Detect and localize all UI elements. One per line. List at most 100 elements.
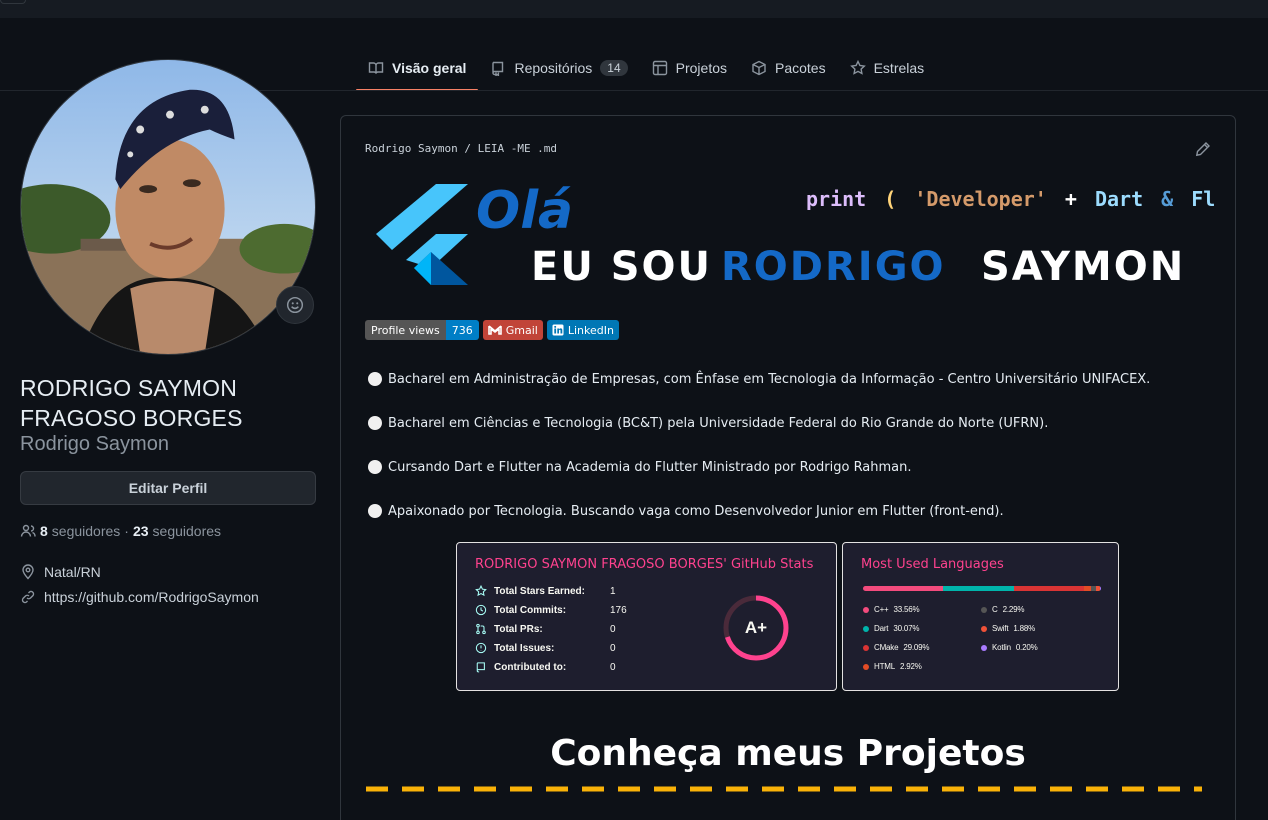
- bullet-text: Bacharel em Administração de Empresas, c…: [388, 371, 1151, 387]
- language-item: Dart 30.07%: [863, 624, 919, 633]
- tab-projects[interactable]: Projetos: [640, 46, 739, 90]
- language-name: CMake: [874, 643, 899, 652]
- linkedin-icon: [552, 324, 564, 336]
- language-item: Kotlin 0.20%: [981, 643, 1038, 652]
- tab-overview-label: Visão geral: [392, 60, 467, 76]
- code-print: print: [806, 187, 866, 211]
- code-plus: +: [1065, 187, 1077, 211]
- code-dart: Dart: [1095, 187, 1143, 211]
- linkedin-label: LinkedIn: [567, 323, 614, 337]
- language-percent: 29.09%: [903, 643, 930, 652]
- tab-projects-label: Projetos: [675, 60, 727, 76]
- badges: Profile views 736 Gmail LinkedIn: [365, 320, 619, 340]
- language-item: Swift 1.88%: [981, 624, 1035, 633]
- tab-repositories[interactable]: Repositórios 14: [478, 46, 639, 90]
- package-icon: [752, 60, 766, 76]
- top-languages-card: Most Used Languages C++ 33.56% Dart 30.07%…: [842, 542, 1119, 691]
- website-row: https://github.com/RodrigoSaymon: [20, 589, 259, 605]
- list-item: Cursando Dart e Flutter na Academia do F…: [368, 457, 1228, 477]
- gmail-badge[interactable]: Gmail: [482, 320, 543, 340]
- gmail-icon: [487, 325, 502, 335]
- repo-icon: [476, 662, 485, 673]
- stat-row: Total Stars Earned: 1: [475, 584, 616, 597]
- list-item: Bacharel em Administração de Empresas, c…: [368, 369, 1228, 389]
- language-percent: 30.07%: [893, 624, 920, 633]
- edit-readme-button[interactable]: [1195, 141, 1211, 157]
- repositories-counter: 14: [600, 60, 628, 76]
- star-icon: [475, 584, 487, 597]
- readme-banner: Olá EU SOU RODRIGO SAYMON print ( 'Devel…: [376, 172, 1216, 292]
- location-row: Natal/RN: [20, 564, 101, 580]
- followers-label[interactable]: seguidores: [52, 523, 121, 539]
- language-percent: 2.92%: [899, 662, 922, 671]
- language-name: HTML: [874, 662, 895, 671]
- smiley-icon: [286, 296, 304, 314]
- edit-profile-button[interactable]: Editar Perfil: [20, 471, 316, 505]
- bullet-circle-icon: [368, 372, 382, 386]
- language-bar-segment: [942, 586, 1015, 591]
- banner-name: RODRIGO: [721, 244, 946, 290]
- followers-count[interactable]: 8: [40, 523, 48, 539]
- language-swatch: [863, 606, 869, 613]
- tab-packages[interactable]: Pacotes: [739, 46, 838, 90]
- language-item: HTML 2.92%: [863, 662, 922, 671]
- linkedin-badge[interactable]: LinkedIn: [546, 320, 619, 340]
- bullet-text: Apaixonado por Tecnologia. Buscando vaga…: [388, 503, 1004, 519]
- bullet-circle-icon: [368, 416, 382, 430]
- people-icon: [20, 524, 36, 537]
- following-label[interactable]: seguidores: [153, 523, 222, 539]
- top-bar-corner: [0, 0, 26, 4]
- languages-title: Most Used Languages: [861, 557, 1004, 572]
- language-bar-segment: [863, 586, 943, 591]
- stat-value: 1: [610, 585, 616, 597]
- stat-row: Total Issues: 0: [475, 642, 616, 654]
- language-swatch: [981, 606, 987, 613]
- issue-icon: [475, 642, 487, 654]
- stat-value: 0: [610, 642, 616, 654]
- pull-request-icon: [476, 623, 486, 635]
- language-percent: 1.88%: [1013, 624, 1036, 633]
- follow-separator: ·: [124, 523, 129, 539]
- set-status-button[interactable]: [276, 286, 314, 324]
- avatar-photo: [21, 60, 315, 354]
- stat-label: Contributed to:: [494, 661, 567, 673]
- bullet-circle-icon: [368, 504, 382, 518]
- following-count[interactable]: 23: [133, 523, 149, 539]
- banner-intro: EU SOU: [531, 244, 712, 290]
- pencil-icon: [1195, 142, 1210, 157]
- tab-stars[interactable]: Estrelas: [838, 46, 937, 90]
- website-link[interactable]: https://github.com/RodrigoSaymon: [44, 589, 259, 605]
- star-icon: [849, 60, 866, 75]
- bullet-text: Cursando Dart e Flutter na Academia do F…: [388, 459, 912, 475]
- language-swatch: [981, 625, 987, 632]
- avatar[interactable]: [20, 59, 316, 355]
- language-item: C++ 33.56%: [863, 605, 920, 614]
- profile-tabs: Visão geral Repositórios 14 Projetos Pac…: [356, 46, 937, 91]
- tab-stars-label: Estrelas: [873, 60, 925, 76]
- dashed-divider: [366, 786, 1202, 792]
- language-name: Kotlin: [992, 643, 1011, 652]
- profile-fullname: RODRIGO SAYMON FRAGOSO BORGES: [20, 375, 243, 431]
- stat-row: Total PRs: 0: [475, 623, 616, 635]
- banner-graphic: Olá EU SOU RODRIGO SAYMON print ( 'Devel…: [376, 181, 1216, 290]
- language-percent: 2.29%: [1002, 605, 1025, 614]
- rank-grade: A+: [744, 618, 768, 637]
- code-flutter: Flutter: [1191, 187, 1216, 211]
- readme-bullets: Bacharel em Administração de Empresas, c…: [368, 369, 1228, 545]
- readme-path: Rodrigo Saymon / LEIA -ME .md: [365, 142, 558, 155]
- stat-label: Total Commits:: [494, 604, 567, 616]
- projects-heading: Conheça meus Projetos: [550, 733, 1026, 774]
- code-string: 'Developer': [914, 187, 1046, 211]
- book-icon: [368, 62, 384, 74]
- stat-label: Total Stars Earned:: [494, 585, 585, 597]
- banner-greeting: Olá: [476, 181, 573, 241]
- tab-overview[interactable]: Visão geral: [356, 46, 479, 91]
- tab-repositories-label: Repositórios: [514, 60, 593, 76]
- stats-title: RODRIGO SAYMON FRAGOSO BORGES' GitHub St…: [475, 557, 814, 572]
- language-swatch: [863, 663, 869, 670]
- language-percent: 0.20%: [1015, 643, 1038, 652]
- language-name: C++: [874, 605, 889, 614]
- bullet-text: Bacharel em Ciências e Tecnologia (BC&T)…: [388, 415, 1049, 431]
- github-stats-card: RODRIGO SAYMON FRAGOSO BORGES' GitHub St…: [456, 542, 837, 691]
- follow-stats: 8 seguidores · 23 seguidores: [20, 523, 221, 539]
